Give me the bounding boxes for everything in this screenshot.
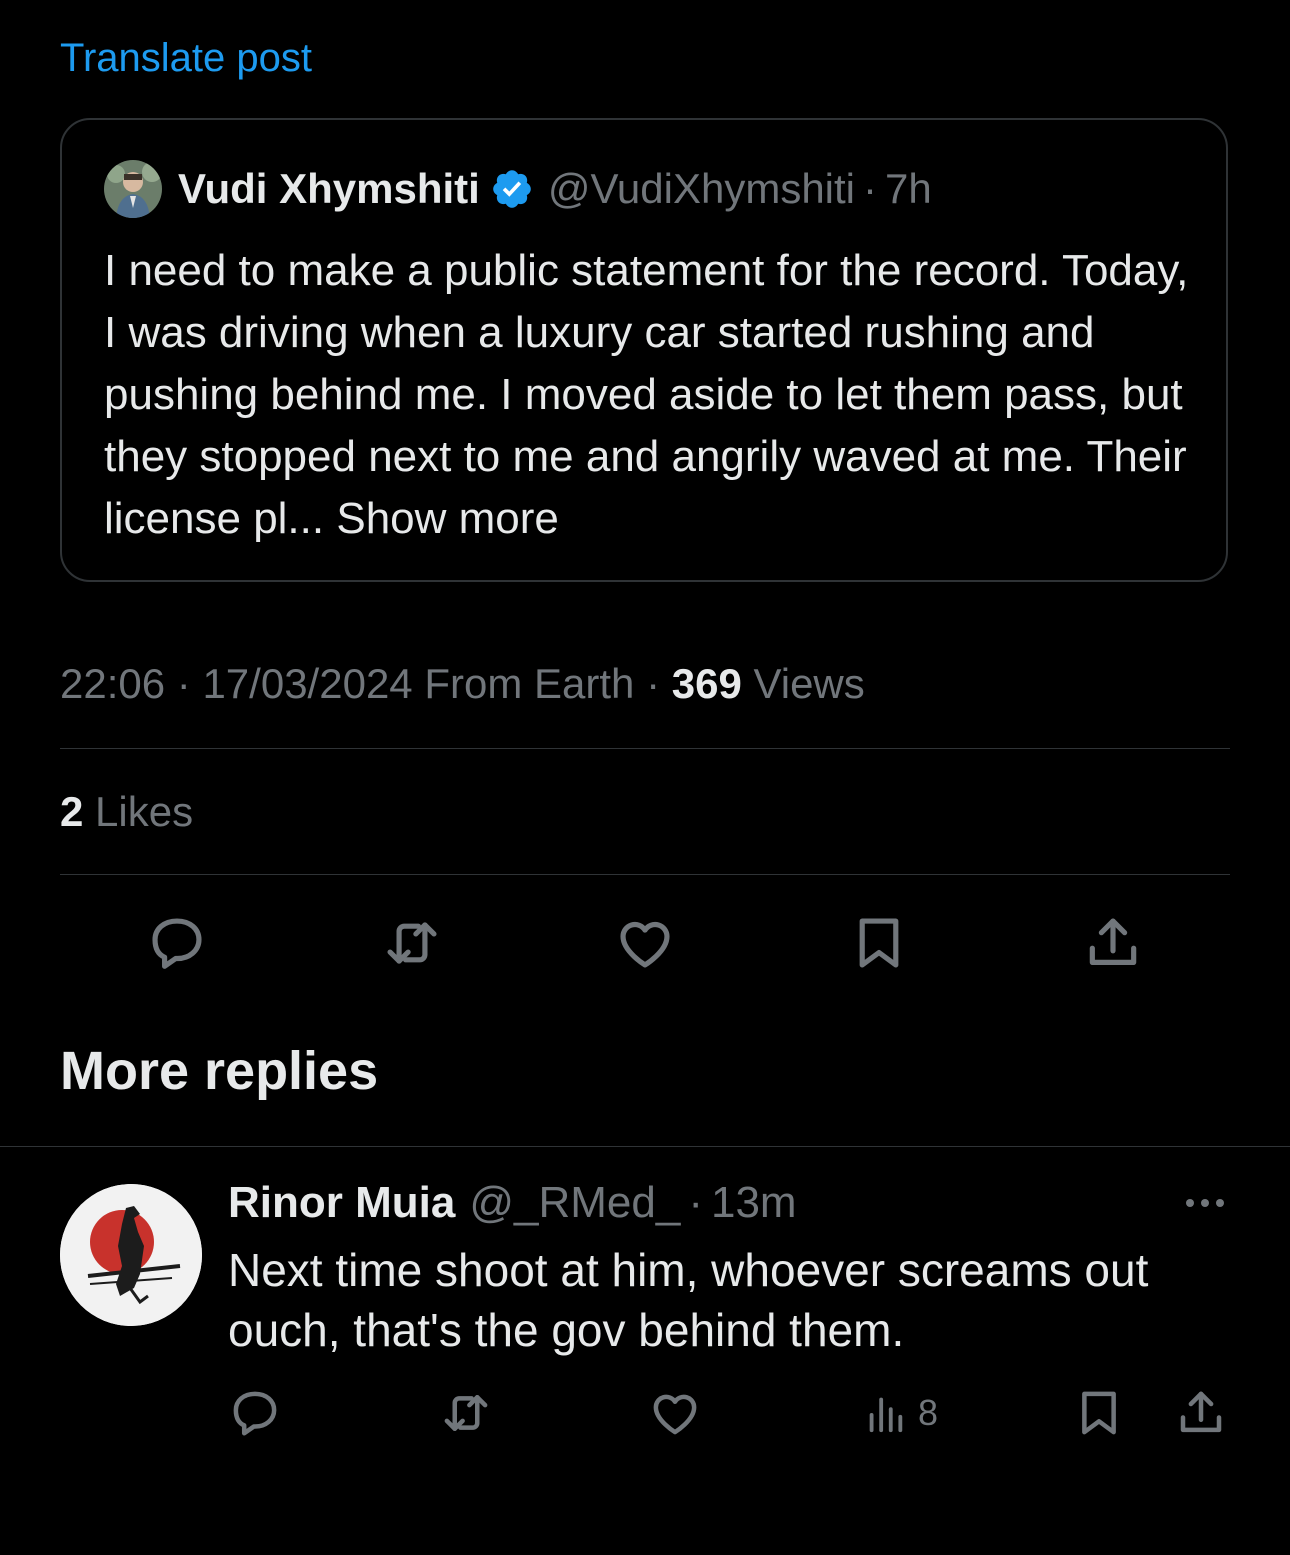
reply-author-handle[interactable]: @_RMed_ bbox=[469, 1178, 680, 1228]
reply-time[interactable]: 13m bbox=[711, 1178, 797, 1228]
share-icon bbox=[1180, 1391, 1222, 1433]
header-separator: · bbox=[863, 165, 878, 212]
like-icon bbox=[653, 1394, 697, 1435]
reply-reply-button[interactable] bbox=[228, 1386, 282, 1440]
reply-icon bbox=[152, 918, 202, 969]
reply-share-button[interactable] bbox=[1174, 1386, 1228, 1440]
more-options-button[interactable] bbox=[1180, 1188, 1230, 1218]
meta-separator: · bbox=[176, 660, 191, 707]
reply-like-button[interactable] bbox=[648, 1386, 702, 1440]
quoted-post-body: I need to make a public statement for th… bbox=[104, 246, 1189, 543]
post-date[interactable]: 17/03/2024 bbox=[202, 660, 412, 707]
reply-author-name[interactable]: Rinor Muia bbox=[228, 1178, 455, 1228]
quoted-post-header: Vudi Xhymshiti @VudiXhymshiti · 7h bbox=[104, 160, 932, 218]
likes-label: Likes bbox=[95, 788, 194, 835]
divider bbox=[60, 874, 1230, 875]
repost-button[interactable] bbox=[380, 912, 444, 974]
header-separator: · bbox=[688, 1178, 703, 1227]
translate-post-link[interactable]: Translate post bbox=[60, 36, 312, 81]
quoted-post-text: I need to make a public statement for th… bbox=[104, 240, 1194, 550]
bookmark-button[interactable] bbox=[848, 912, 910, 974]
quoted-post-card[interactable]: Vudi Xhymshiti @VudiXhymshiti · 7h I nee… bbox=[60, 118, 1228, 582]
share-icon bbox=[1089, 918, 1137, 965]
show-more-link[interactable]: Show more bbox=[336, 494, 559, 543]
post-time[interactable]: 22:06 bbox=[60, 660, 165, 707]
more-options-icon bbox=[1186, 1199, 1224, 1207]
reply-button[interactable] bbox=[146, 912, 208, 974]
repost-icon bbox=[387, 922, 437, 964]
post-source: From Earth bbox=[424, 660, 635, 707]
meta-separator: · bbox=[646, 660, 661, 707]
reply-views-count: 8 bbox=[918, 1392, 939, 1433]
bookmark-icon bbox=[1082, 1391, 1116, 1435]
reply-icon bbox=[233, 1391, 277, 1436]
like-icon bbox=[620, 921, 670, 968]
reply-text: Next time shoot at him, whoever screams … bbox=[228, 1244, 1149, 1356]
views-label: Views bbox=[753, 660, 865, 707]
more-replies-heading: More replies bbox=[60, 1041, 379, 1101]
verified-badge-icon bbox=[493, 170, 531, 208]
quoted-author-avatar[interactable] bbox=[104, 160, 162, 218]
reply-repost-button[interactable] bbox=[438, 1386, 494, 1440]
likes-count-link[interactable]: 2 Likes bbox=[60, 788, 193, 836]
share-button[interactable] bbox=[1082, 912, 1144, 974]
likes-count: 2 bbox=[60, 788, 84, 835]
quoted-post-time[interactable]: 7h bbox=[885, 165, 932, 213]
reply-header: Rinor Muia @_RMed_ · 13m bbox=[228, 1178, 797, 1228]
post-meta: 22:06 · 17/03/2024 From Earth · 369 View… bbox=[60, 660, 865, 708]
reply-views-button[interactable]: 8 bbox=[862, 1388, 938, 1438]
quoted-author-handle[interactable]: @VudiXhymshiti bbox=[548, 165, 855, 213]
bookmark-icon bbox=[859, 918, 899, 968]
views-icon bbox=[869, 1397, 903, 1433]
reply-bookmark-button[interactable] bbox=[1072, 1386, 1126, 1440]
views-count: 369 bbox=[671, 660, 742, 707]
like-button[interactable] bbox=[614, 912, 676, 974]
quoted-author-name[interactable]: Vudi Xhymshiti bbox=[178, 165, 480, 213]
divider bbox=[60, 748, 1230, 749]
reply-author-avatar[interactable] bbox=[60, 1184, 202, 1326]
divider bbox=[0, 1146, 1290, 1147]
repost-icon bbox=[444, 1395, 488, 1431]
